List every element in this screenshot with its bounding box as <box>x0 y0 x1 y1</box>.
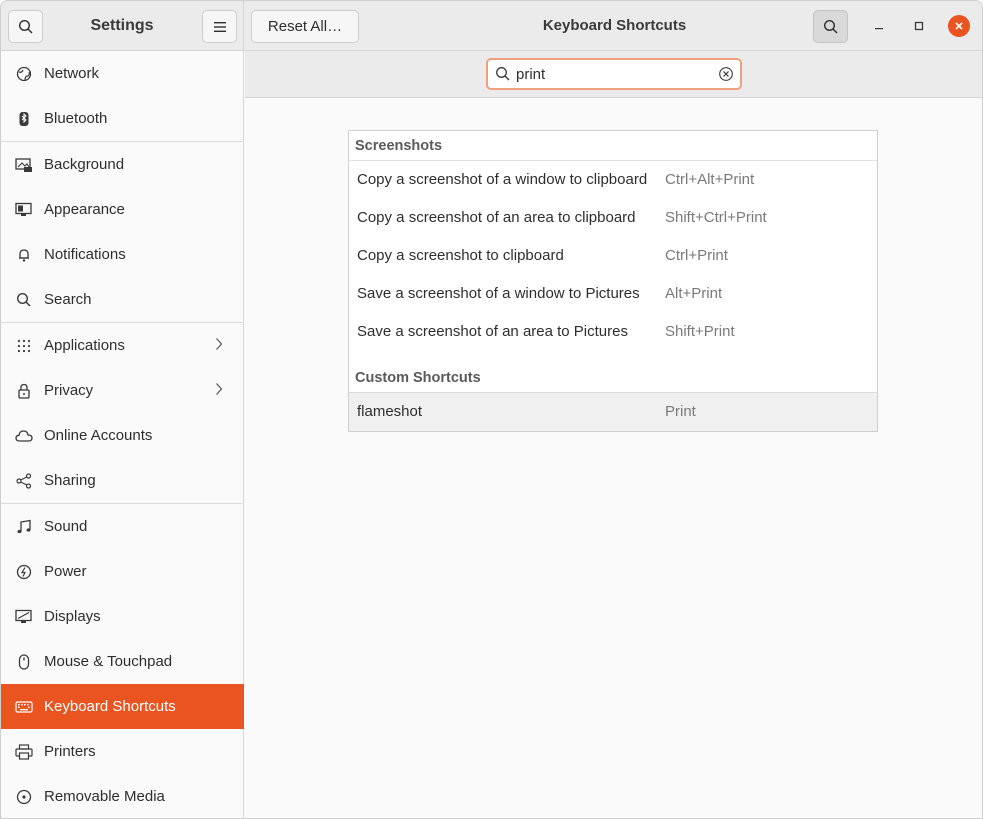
maximize-button[interactable] <box>908 15 930 37</box>
background-icon <box>15 156 33 174</box>
shortcut-accel: Shift+Print <box>665 323 735 340</box>
sidebar-search-button[interactable] <box>8 10 43 43</box>
search-icon <box>18 19 33 34</box>
shortcut-row[interactable]: Save a screenshot of an area to Pictures… <box>349 313 877 351</box>
sidebar-item-removable-media[interactable]: Removable Media <box>1 774 244 818</box>
shortcut-name: Save a screenshot of a window to Picture… <box>357 285 640 302</box>
hamburger-icon <box>213 21 226 32</box>
sidebar-item-background[interactable]: Background <box>1 142 244 187</box>
shortcut-row[interactable]: Copy a screenshot of an area to clipboar… <box>349 199 877 237</box>
sidebar-item-label: Keyboard Shortcuts <box>44 698 176 715</box>
sidebar-item-label: Privacy <box>44 382 94 399</box>
shortcut-name: Save a screenshot of an area to Pictures <box>357 323 628 340</box>
search-field[interactable] <box>486 58 742 90</box>
appearance-icon <box>15 201 33 219</box>
search-input[interactable] <box>516 64 706 84</box>
chevron-right-icon <box>215 382 223 400</box>
shortcut-accel: Ctrl+Print <box>665 247 728 264</box>
sidebar-item-keyboard-shortcuts[interactable]: Keyboard Shortcuts <box>1 684 244 729</box>
shortcut-accel: Alt+Print <box>665 285 723 302</box>
shortcut-row[interactable]: Copy a screenshot to clipboard Ctrl+Prin… <box>349 237 877 275</box>
grid-icon <box>15 337 33 355</box>
bell-icon <box>15 246 33 264</box>
printer-icon <box>15 743 33 761</box>
sidebar-item-printers[interactable]: Printers <box>1 729 244 774</box>
sidebar-item-label: Appearance <box>44 201 125 218</box>
sidebar-item-label: Online Accounts <box>44 427 153 444</box>
sidebar-item-privacy[interactable]: Privacy <box>1 368 244 413</box>
section-title-screenshots: Screenshots <box>355 138 443 154</box>
sidebar-item-appearance[interactable]: Appearance <box>1 187 244 232</box>
settings-window: Settings Reset All… Keyboard Shortcuts N… <box>0 0 983 819</box>
sidebar-item-label: Printers <box>44 743 96 760</box>
shortcut-name: Copy a screenshot of a window to clipboa… <box>357 171 648 188</box>
shortcut-row[interactable]: Save a screenshot of a window to Picture… <box>349 275 877 313</box>
minimize-icon <box>875 28 883 30</box>
header-bar: Settings Reset All… Keyboard Shortcuts <box>1 1 982 51</box>
sidebar-item-sharing[interactable]: Sharing <box>1 458 244 503</box>
maximize-icon <box>914 21 924 31</box>
sidebar-item-sound[interactable]: Sound <box>1 504 244 549</box>
sidebar-item-search[interactable]: Search <box>1 277 244 322</box>
section-title-custom-shortcuts: Custom Shortcuts <box>355 370 481 386</box>
keyboard-icon <box>15 698 33 716</box>
sidebar-item-label: Applications <box>44 337 125 354</box>
shortcut-row[interactable]: Copy a screenshot of a window to clipboa… <box>349 161 877 199</box>
clear-icon[interactable] <box>718 66 734 82</box>
search-icon <box>496 67 510 81</box>
chevron-right-icon <box>215 337 223 355</box>
shortcut-name: flameshot <box>357 403 423 420</box>
sidebar-item-label: Background <box>44 156 125 173</box>
sidebar-item-label: Sound <box>44 518 88 535</box>
shortcut-name: Copy a screenshot of an area to clipboar… <box>357 209 636 226</box>
display-icon <box>15 608 33 626</box>
page-title-text: Keyboard Shortcuts <box>542 17 687 34</box>
sidebar-item-applications[interactable]: Applications <box>1 323 244 368</box>
sidebar-item-label: Bluetooth <box>44 110 108 127</box>
shortcut-name: Copy a screenshot to clipboard <box>357 247 564 264</box>
sidebar-item-online-accounts[interactable]: Online Accounts <box>1 413 244 458</box>
sidebar-item-label: Network <box>44 65 100 82</box>
close-button[interactable] <box>948 15 970 37</box>
shortcuts-list: Screenshots Copy a screenshot of a windo… <box>348 130 878 432</box>
sidebar-item-label: Displays <box>44 608 101 625</box>
search-icon <box>15 291 33 309</box>
search-bar <box>245 51 982 98</box>
sidebar-header: Settings <box>1 1 244 51</box>
media-icon <box>15 788 33 806</box>
sidebar-title: Settings <box>90 17 154 34</box>
bluetooth-icon <box>15 110 33 128</box>
sidebar-item-power[interactable]: Power <box>1 549 244 594</box>
sidebar-item-label: Notifications <box>44 246 126 263</box>
sidebar-item-label: Sharing <box>44 472 96 489</box>
cloud-icon <box>15 427 33 445</box>
sidebar-item-network[interactable]: Network <box>1 51 244 96</box>
minimize-button[interactable] <box>868 15 890 37</box>
sidebar-item-label: Mouse & Touchpad <box>44 653 173 670</box>
sidebar-item-bluetooth[interactable]: Bluetooth <box>1 96 244 141</box>
sidebar: Network Bluetooth Background Appearance … <box>1 51 244 818</box>
sidebar-item-label: Power <box>44 563 87 580</box>
close-icon <box>955 22 963 30</box>
sidebar-item-displays[interactable]: Displays <box>1 594 244 639</box>
menu-button[interactable] <box>202 10 237 43</box>
sidebar-item-mouse-touchpad[interactable]: Mouse & Touchpad <box>1 639 244 684</box>
sidebar-item-notifications[interactable]: Notifications <box>1 232 244 277</box>
shortcut-row[interactable]: flameshot Print <box>349 392 877 431</box>
sidebar-item-label: Removable Media <box>44 788 165 805</box>
shortcut-accel: Ctrl+Alt+Print <box>665 171 755 188</box>
sidebar-item-label: Search <box>44 291 92 308</box>
share-icon <box>15 472 33 490</box>
network-icon <box>15 65 33 83</box>
mouse-icon <box>15 653 33 671</box>
shortcut-accel: Shift+Ctrl+Print <box>665 209 767 226</box>
power-icon <box>15 563 33 581</box>
search-toggle-button[interactable] <box>813 10 848 43</box>
shortcut-accel: Print <box>665 403 696 420</box>
search-icon <box>823 19 838 34</box>
main-content: Screenshots Copy a screenshot of a windo… <box>245 98 982 818</box>
lock-icon <box>15 382 33 400</box>
music-note-icon <box>15 518 33 536</box>
